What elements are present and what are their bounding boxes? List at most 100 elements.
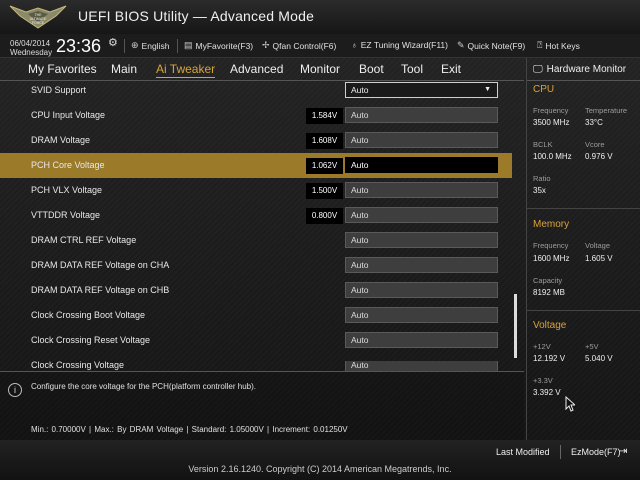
tab-main[interactable]: Main <box>111 62 137 76</box>
chevron-down-icon: ▼ <box>484 86 491 93</box>
info-toolbar: 06/04/2014 Wednesday 23:36 ⚙ ⊕ English ▤… <box>0 34 640 58</box>
v33-label: +3.3V <box>533 376 553 385</box>
app-title: UEFI BIOS Utility — Advanced Mode <box>78 8 315 24</box>
last-modified-button[interactable]: Last Modified <box>496 447 550 457</box>
setting-row-svid-support[interactable]: SVID Support Auto ▼ <box>0 78 512 103</box>
quick-note-button[interactable]: ✎ Quick Note(F9) <box>457 40 525 51</box>
ratio-label: Ratio <box>533 174 551 183</box>
setting-label: DRAM CTRL REF Voltage <box>31 235 137 245</box>
mouse-cursor-icon <box>565 396 575 412</box>
tab-advanced[interactable]: Advanced <box>230 62 283 76</box>
value-input[interactable]: Auto <box>345 132 498 148</box>
setting-row-vttddr-voltage[interactable]: VTTDDR Voltage 0.800V Auto <box>0 203 512 228</box>
v5-value: 5.040 V <box>585 354 613 363</box>
setting-row-dram-data-ref-cha[interactable]: DRAM DATA REF Voltage on CHA Auto <box>0 253 512 278</box>
memory-voltage-value: 1.605 V <box>585 254 613 263</box>
value-input[interactable]: Auto <box>345 182 498 198</box>
day-text: Wednesday <box>10 48 53 57</box>
title-bar: THE ULTIMATE FORCE UEFI BIOS Utility — A… <box>0 0 640 34</box>
v5-label: +5V <box>585 342 599 351</box>
scrollbar[interactable] <box>514 294 517 358</box>
language-button[interactable]: ⊕ English <box>131 40 169 51</box>
tuf-logo: THE ULTIMATE FORCE <box>9 5 67 29</box>
voltage-range-text: Min.: 0.70000V | Max.: By DRAM Voltage |… <box>31 425 348 434</box>
setting-label: Clock Crossing Boot Voltage <box>31 310 146 320</box>
setting-label: DRAM DATA REF Voltage on CHA <box>31 260 170 270</box>
value-input[interactable]: Auto <box>345 361 498 371</box>
current-voltage: 1.500V <box>306 183 343 199</box>
setting-label: PCH VLX Voltage <box>31 185 103 195</box>
tab-boot[interactable]: Boot <box>359 62 384 76</box>
memory-frequency-label: Frequency <box>533 241 569 250</box>
voltage-heading: Voltage <box>533 320 567 331</box>
myfavorite-button[interactable]: ▤ MyFavorite(F3) <box>184 40 253 51</box>
gear-icon[interactable]: ⚙ <box>108 36 118 49</box>
setting-label: VTTDDR Voltage <box>31 210 101 220</box>
setting-row-pch-core-voltage[interactable]: PCH Core Voltage 1.062V Auto <box>0 153 512 178</box>
divider <box>527 80 640 81</box>
value-input[interactable]: Auto <box>345 232 498 248</box>
value-input[interactable]: Auto <box>345 207 498 223</box>
v12-label: +12V <box>533 342 551 351</box>
tab-tool[interactable]: Tool <box>401 62 423 76</box>
setting-label: Clock Crossing Reset Voltage <box>31 335 151 345</box>
tab-monitor[interactable]: Monitor <box>300 62 340 76</box>
divider <box>560 445 561 459</box>
setting-row-dram-data-ref-chb[interactable]: DRAM DATA REF Voltage on CHB Auto <box>0 278 512 303</box>
current-voltage: 0.800V <box>306 208 343 224</box>
hardware-monitor-label: Hardware Monitor <box>546 64 627 75</box>
memory-voltage-label: Voltage <box>585 241 611 250</box>
memory-frequency-value: 1600 MHz <box>533 254 570 263</box>
svid-support-dropdown[interactable]: Auto ▼ <box>345 82 498 98</box>
help-text: Configure the core voltage for the PCH(p… <box>31 382 256 391</box>
divider <box>527 310 640 311</box>
setting-label: CPU Input Voltage <box>31 110 106 120</box>
ez-tuning-button[interactable]: ♁ EZ Tuning Wizard(F11) <box>351 40 448 50</box>
value-input[interactable]: Auto <box>345 332 498 348</box>
svg-text:FORCE: FORCE <box>32 21 45 25</box>
setting-row-dram-voltage[interactable]: DRAM Voltage 1.608V Auto <box>0 128 512 153</box>
setting-label: Clock Crossing Voltage <box>31 361 125 370</box>
setting-row-clock-crossing-reset[interactable]: Clock Crossing Reset Voltage Auto <box>0 328 512 353</box>
help-icon: ⍰ <box>537 40 543 50</box>
monitor-icon: 🖵 <box>533 64 543 75</box>
help-panel: i Configure the core voltage for the PCH… <box>0 371 524 445</box>
cpu-frequency-value: 3500 MHz <box>533 118 570 127</box>
hot-keys-button[interactable]: ⍰ Hot Keys <box>537 40 580 51</box>
value-input[interactable]: Auto <box>345 282 498 298</box>
setting-row-cpu-input-voltage[interactable]: CPU Input Voltage 1.584V Auto <box>0 103 512 128</box>
bclk-label: BCLK <box>533 140 553 149</box>
divider <box>527 208 640 209</box>
ezmode-button[interactable]: EzMode(F7) <box>571 447 621 457</box>
quick-note-label: Quick Note(F9) <box>467 40 526 51</box>
setting-row-pch-vlx-voltage[interactable]: PCH VLX Voltage 1.500V Auto <box>0 178 512 203</box>
divider <box>177 39 178 53</box>
tab-my-favorites[interactable]: My Favorites <box>28 62 97 76</box>
value-input[interactable]: Auto <box>345 257 498 273</box>
info-icon: i <box>8 383 22 397</box>
bottom-bar: Last Modified EzMode(F7) ⇥ Version 2.16.… <box>0 440 640 480</box>
value-input[interactable]: Auto <box>345 107 498 123</box>
qfan-button[interactable]: ✢ Qfan Control(F6) <box>262 40 336 51</box>
setting-label: DRAM DATA REF Voltage on CHB <box>31 285 170 295</box>
setting-row-dram-ctrl-ref[interactable]: DRAM CTRL REF Voltage Auto <box>0 228 512 253</box>
scroll-clip: Clock Crossing Voltage Auto <box>0 361 524 371</box>
setting-row-clock-crossing-voltage[interactable]: Clock Crossing Voltage Auto <box>0 361 512 371</box>
favorite-icon: ▤ <box>184 40 193 50</box>
date-display: 06/04/2014 Wednesday <box>10 39 52 57</box>
current-voltage: 1.584V <box>306 108 343 124</box>
main-panel: My Favorites Main Ai Tweaker Advanced Mo… <box>0 58 524 446</box>
current-voltage: 1.608V <box>306 133 343 149</box>
memory-heading: Memory <box>533 219 570 230</box>
value-input[interactable]: Auto <box>345 157 498 173</box>
setting-row-clock-crossing-boot[interactable]: Clock Crossing Boot Voltage Auto <box>0 303 512 328</box>
tab-ai-tweaker[interactable]: Ai Tweaker <box>156 62 216 78</box>
value-input[interactable]: Auto <box>345 307 498 323</box>
divider <box>124 39 125 53</box>
vcore-label: Vcore <box>585 140 605 149</box>
cpu-temperature-label: Temperature <box>585 106 628 115</box>
exit-arrow-icon[interactable]: ⇥ <box>619 446 627 457</box>
setting-label: SVID Support <box>31 85 87 95</box>
tab-exit[interactable]: Exit <box>441 62 461 76</box>
cpu-heading: CPU <box>533 84 555 95</box>
